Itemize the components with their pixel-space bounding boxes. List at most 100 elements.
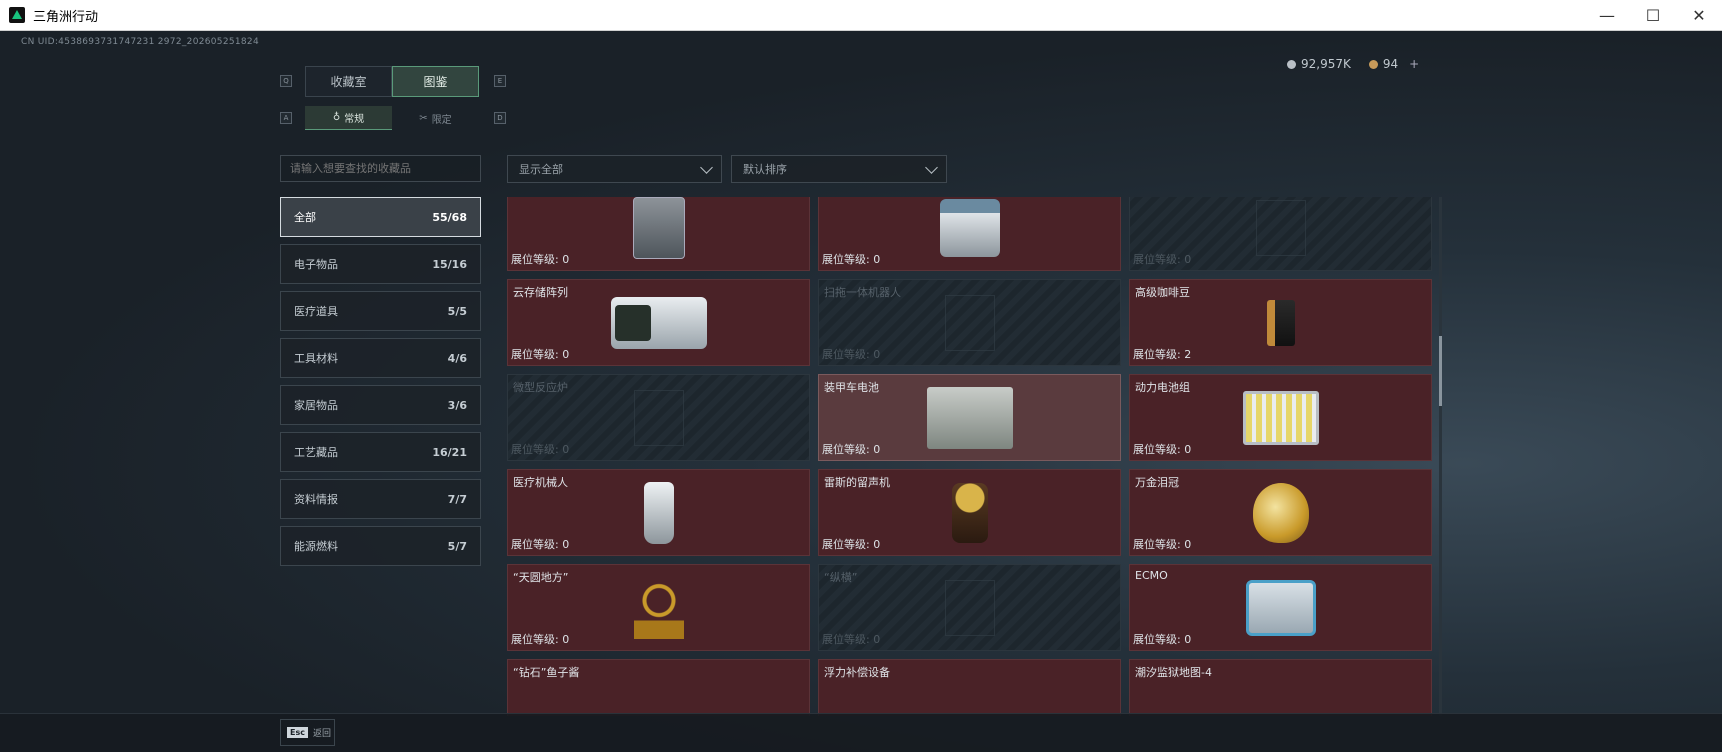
- subtab-regular[interactable]: ♁ 常规: [305, 106, 392, 130]
- category-label: 工具材料: [294, 352, 338, 365]
- subtab-limited[interactable]: ✂ 限定: [392, 106, 479, 130]
- booth-level-value: 0: [1184, 538, 1192, 551]
- collection-grid: 展位等级: 0 展位等级: 0 展位等级: 0 云存储阵列 展位等级: 0 扫拖一体机器人…: [507, 197, 1432, 716]
- collection-card[interactable]: “钻石”鱼子酱: [507, 659, 810, 716]
- window-title: 三角洲行动: [33, 9, 99, 25]
- esc-key-icon: Esc: [287, 727, 308, 738]
- item-name: 高级咖啡豆: [1135, 286, 1190, 299]
- item-name: 浮力补偿设备: [824, 666, 890, 679]
- category-count: 3/6: [447, 398, 467, 412]
- booth-level: 展位等级: 0: [1133, 631, 1191, 647]
- collection-card[interactable]: ECMO 展位等级: 0: [1129, 564, 1432, 651]
- booth-level-label: 展位等级:: [822, 443, 874, 456]
- collection-card[interactable]: 装甲车电池展位等级: 0: [818, 374, 1121, 461]
- category-label: 家居物品: [294, 399, 338, 412]
- tab-collection-room[interactable]: 收藏室: [305, 66, 392, 97]
- booth-level-value: 0: [873, 348, 881, 361]
- booth-level-label: 展位等级:: [822, 538, 874, 551]
- booth-level: 展位等级: 0: [1133, 536, 1191, 552]
- player-uid: CN UID:4538693731747231 2972_20260525182…: [21, 37, 259, 47]
- key-hint-d: D: [494, 112, 506, 124]
- booth-level-label: 展位等级:: [822, 253, 874, 266]
- collection-card[interactable]: 展位等级: 0: [507, 197, 810, 271]
- chevron-down-icon: [925, 161, 938, 174]
- booth-level-label: 展位等级:: [822, 348, 874, 361]
- booth-level-label: 展位等级:: [511, 538, 563, 551]
- category-count: 55/68: [432, 210, 467, 224]
- sort-dropdown[interactable]: 默认排序: [731, 155, 947, 183]
- gold-coin-icon: [1368, 59, 1378, 69]
- booth-level-label: 展位等级:: [822, 633, 874, 646]
- collection-card[interactable]: 雷斯的留声机 展位等级: 0: [818, 469, 1121, 556]
- item-image: [944, 579, 995, 636]
- category-list: 全部 55/68 电子物品 15/16 医疗道具 5/5 工具材料 4/6 家居物品 3/6 工艺藏…: [280, 197, 481, 573]
- collection-card[interactable]: 医疗机械人 展位等级: 0: [507, 469, 810, 556]
- collection-card[interactable]: 扫拖一体机器人 展位等级: 0: [818, 279, 1121, 366]
- gold-currency[interactable]: 94 +: [1368, 57, 1419, 71]
- add-currency-icon[interactable]: +: [1409, 57, 1419, 71]
- category-item[interactable]: 资料情报 7/7: [280, 479, 481, 519]
- currency-bar: 92,957K 94 +: [1287, 57, 1419, 71]
- category-item[interactable]: 工具材料 4/6: [280, 338, 481, 378]
- show-filter-value: 显示全部: [519, 163, 563, 176]
- category-count: 7/7: [447, 492, 467, 506]
- item-image: [1245, 579, 1316, 636]
- grid-scrollbar-track[interactable]: [1439, 197, 1442, 716]
- collection-card[interactable]: 浮力补偿设备: [818, 659, 1121, 716]
- booth-level-label: 展位等级:: [1133, 538, 1185, 551]
- booth-level: 展位等级: 0: [822, 536, 880, 552]
- subtab-label: 限定: [431, 114, 452, 126]
- item-image: [926, 386, 1013, 449]
- bottom-bar: [0, 713, 1722, 752]
- collection-card[interactable]: “天圆地方” 展位等级: 0: [507, 564, 810, 651]
- window-controls: — ☐ ✕: [1584, 0, 1722, 31]
- grid-scrollbar-thumb[interactable]: [1439, 336, 1442, 406]
- item-image: [939, 198, 1000, 257]
- item-image: [1266, 299, 1295, 346]
- booth-level-value: 0: [562, 443, 570, 456]
- collection-card[interactable]: 动力电池组 展位等级: 0: [1129, 374, 1432, 461]
- tab-catalog[interactable]: 图鉴: [392, 66, 479, 97]
- silver-currency: 92,957K: [1287, 57, 1351, 71]
- game-viewport: CN UID:4538693731747231 2972_20260525182…: [0, 31, 1722, 752]
- collection-card[interactable]: 万金泪冠展位等级: 0: [1129, 469, 1432, 556]
- collection-card[interactable]: 潮汐监狱地图-4: [1129, 659, 1432, 716]
- minimize-button[interactable]: —: [1584, 0, 1630, 31]
- item-image: [643, 481, 674, 544]
- show-filter-dropdown[interactable]: 显示全部: [507, 155, 722, 183]
- collection-card[interactable]: 展位等级: 0: [1129, 197, 1432, 271]
- category-item[interactable]: 能源燃料 5/7: [280, 526, 481, 566]
- collection-card[interactable]: 高级咖啡豆 展位等级: 2: [1129, 279, 1432, 366]
- key-hint-e: E: [494, 75, 506, 87]
- category-item[interactable]: 全部 55/68: [280, 197, 481, 237]
- booth-level-value: 2: [1184, 348, 1192, 361]
- collection-search-input[interactable]: [280, 155, 481, 182]
- category-label: 能源燃料: [294, 540, 338, 553]
- collection-card[interactable]: 展位等级: 0: [818, 197, 1121, 271]
- category-count: 5/7: [447, 539, 467, 553]
- back-button[interactable]: Esc 返回: [280, 719, 335, 746]
- maximize-button[interactable]: ☐: [1630, 0, 1676, 31]
- collection-card[interactable]: “纵横” 展位等级: 0: [818, 564, 1121, 651]
- item-name: 医疗机械人: [513, 476, 568, 489]
- booth-level-value: 0: [873, 633, 881, 646]
- booth-level-value: 0: [873, 443, 881, 456]
- close-button[interactable]: ✕: [1676, 0, 1722, 31]
- booth-level-label: 展位等级:: [1133, 443, 1185, 456]
- main-tabs: 收藏室 图鉴: [305, 66, 479, 97]
- item-name: 装甲车电池: [824, 381, 879, 394]
- sort-value: 默认排序: [743, 163, 787, 176]
- category-label: 工艺藏品: [294, 446, 338, 459]
- item-name: 万金泪冠: [1135, 476, 1179, 489]
- category-item[interactable]: 家居物品 3/6: [280, 385, 481, 425]
- key-hint-a: A: [280, 112, 292, 124]
- chevron-down-icon: [700, 161, 713, 174]
- collection-card[interactable]: 微型反应炉 展位等级: 0: [507, 374, 810, 461]
- category-item[interactable]: 电子物品 15/16: [280, 244, 481, 284]
- item-name: “天圆地方”: [513, 571, 569, 584]
- booth-level-value: 0: [562, 633, 570, 646]
- collection-card[interactable]: 云存储阵列 展位等级: 0: [507, 279, 810, 366]
- category-item[interactable]: 医疗道具 5/5: [280, 291, 481, 331]
- category-item[interactable]: 工艺藏品 16/21: [280, 432, 481, 472]
- item-name: 雷斯的留声机: [824, 476, 890, 489]
